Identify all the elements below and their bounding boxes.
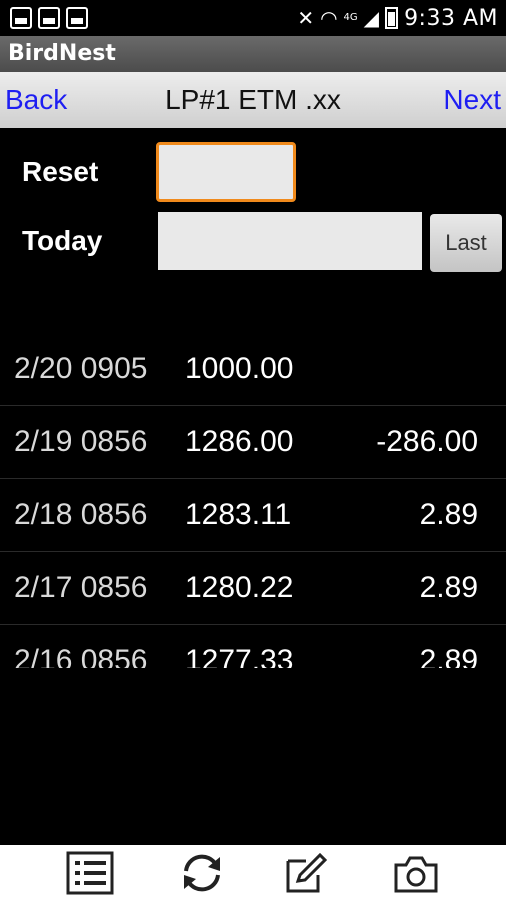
page-title: LP#1 ETM .xx — [165, 84, 341, 115]
bottom-toolbar — [0, 845, 506, 900]
reset-input[interactable] — [156, 142, 296, 202]
wifi-icon: ◠ — [320, 6, 338, 30]
row-diff: 2.89 — [419, 571, 478, 604]
gallery-icon — [10, 7, 32, 29]
today-input[interactable] — [158, 212, 422, 270]
row-diff: -286.00 — [376, 425, 478, 458]
status-notifications — [10, 7, 88, 29]
image-icon — [38, 7, 60, 29]
today-label: Today — [22, 225, 103, 256]
reset-label: Reset — [22, 156, 99, 187]
row-value: 1280.22 — [185, 571, 294, 604]
next-button[interactable]: Next — [443, 84, 501, 116]
list-item[interactable]: 2/20 0905 1000.00 — [0, 333, 506, 406]
readings-list[interactable]: 2/20 0905 1000.00 2/19 0856 1286.00 -286… — [0, 333, 506, 668]
battery-icon — [385, 7, 399, 29]
row-diff: 2.89 — [419, 644, 478, 668]
list-icon[interactable] — [66, 851, 114, 895]
list-item[interactable]: 2/18 0856 1283.11 2.89 — [0, 479, 506, 552]
nav-bar: Back LP#1 ETM .xx Next — [0, 72, 506, 128]
status-time: 9:33 AM — [404, 5, 498, 31]
camera-icon[interactable] — [392, 851, 440, 895]
flipboard-icon — [66, 7, 88, 29]
list-item[interactable]: 2/16 0856 1277.33 2.89 — [0, 625, 506, 668]
row-date: 2/19 0856 — [14, 425, 148, 458]
row-date: 2/16 0856 — [14, 644, 148, 668]
last-button[interactable]: Last — [430, 214, 502, 272]
row-value: 1000.00 — [185, 352, 294, 385]
mute-icon: ✕ — [297, 6, 315, 30]
row-value: 1286.00 — [185, 425, 294, 458]
network-type: 4G — [343, 12, 358, 23]
app-title: BirdNest — [0, 36, 506, 72]
list-item[interactable]: 2/19 0856 1286.00 -286.00 — [0, 406, 506, 479]
row-date: 2/17 0856 — [14, 571, 148, 604]
list-item[interactable]: 2/17 0856 1280.22 2.89 — [0, 552, 506, 625]
row-diff: 2.89 — [419, 498, 478, 531]
refresh-icon[interactable] — [178, 851, 226, 895]
edit-icon[interactable] — [282, 851, 330, 895]
row-date: 2/20 0905 — [14, 352, 148, 385]
signal-icon: ◢ — [363, 6, 380, 30]
status-bar: ✕ ◠ 4G ◢ 9:33 AM — [0, 0, 506, 36]
row-date: 2/18 0856 — [14, 498, 148, 531]
row-value: 1283.11 — [185, 498, 292, 531]
row-value: 1277.33 — [185, 644, 294, 668]
status-system: ✕ ◠ 4G ◢ 9:33 AM — [297, 4, 498, 32]
